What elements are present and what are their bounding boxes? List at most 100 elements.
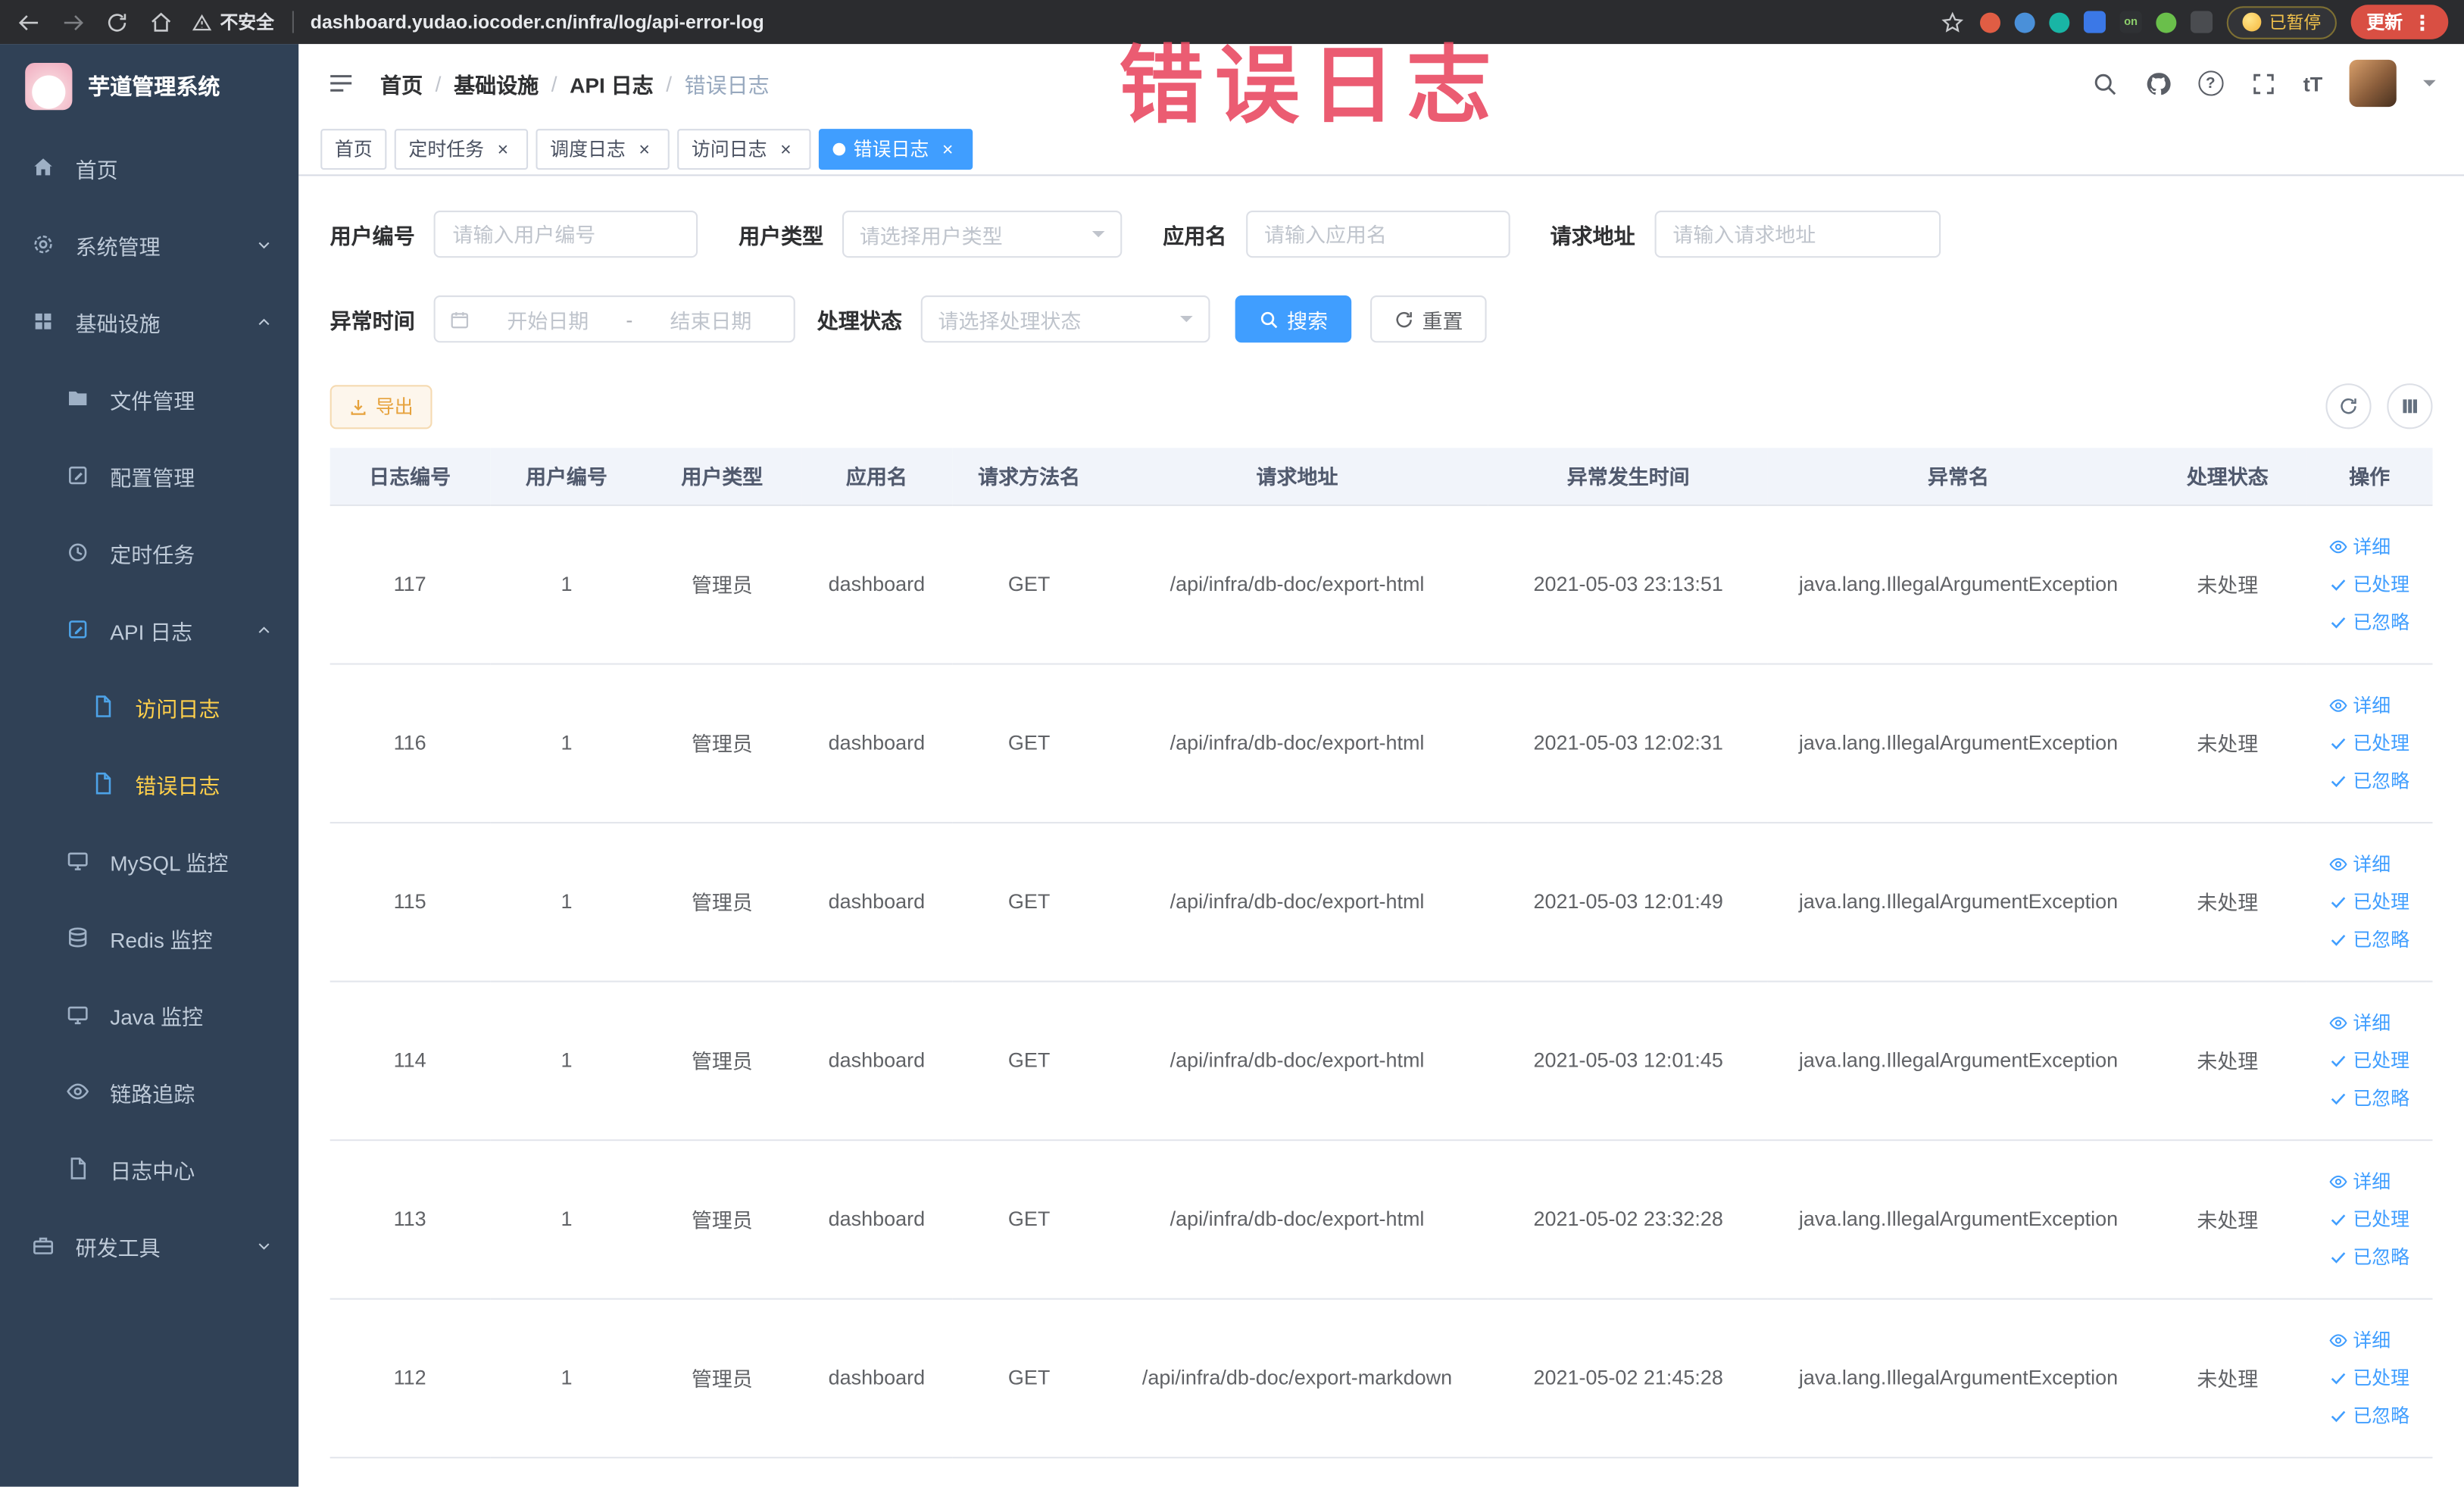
fullscreen-icon[interactable] (2250, 70, 2276, 96)
table-tools (2325, 383, 2433, 430)
paused-badge[interactable]: 已暂停 (2226, 5, 2337, 39)
sidebar-item-error-log[interactable]: 错误日志 (0, 745, 298, 822)
cell-exception-name: java.lang.IllegalArgumentException (1768, 504, 2149, 664)
tab-scheduled-tasks[interactable]: 定时任务 × (394, 128, 529, 170)
reload-icon[interactable] (104, 8, 130, 35)
extension-red-icon[interactable] (1980, 11, 2000, 33)
filter-label: 请求地址 (1550, 224, 1635, 248)
sidebar-item-config-management[interactable]: 配置管理 (0, 437, 298, 514)
font-size-icon[interactable]: tT (2303, 71, 2322, 95)
user-avatar[interactable] (2349, 59, 2397, 108)
mark-ignored-link[interactable]: 已忽略 (2329, 1398, 2409, 1432)
mark-ignored-link[interactable]: 已忽略 (2329, 1239, 2409, 1274)
avatar-caret-down-icon[interactable] (2423, 80, 2436, 93)
cell-method: GET (952, 1139, 1106, 1299)
bookmark-star-icon[interactable] (1939, 8, 1966, 35)
cell-method: GET (952, 980, 1106, 1141)
mark-processed-link[interactable]: 已处理 (2329, 1360, 2409, 1395)
close-icon[interactable]: × (633, 138, 655, 160)
cell-user-type: 管理员 (643, 504, 801, 664)
process-status-select[interactable]: 请选择处理状态 (920, 295, 1210, 343)
url-text[interactable]: dashboard.yudao.iocoder.cn/infra/log/api… (311, 11, 764, 33)
table-row: 115 1 管理员 dashboard GET /api/infra/db-do… (329, 822, 2433, 982)
reset-button[interactable]: 重置 (1370, 295, 1487, 343)
kebab-menu-icon[interactable]: ⋮ (2412, 12, 2433, 33)
mark-processed-link[interactable]: 已处理 (2329, 567, 2409, 601)
top-navbar: 首页 / 基础设施 / API 日志 / 错误日志 ? tT (298, 44, 2464, 123)
extension-grid-icon[interactable] (2083, 11, 2106, 33)
sidebar-item-mysql-monitor[interactable]: MySQL 监控 (0, 822, 298, 899)
export-button[interactable]: 导出 (329, 384, 433, 429)
app-name-input[interactable] (1245, 210, 1510, 258)
sidebar-item-java-monitor[interactable]: Java 监控 (0, 976, 298, 1053)
breadcrumb-item[interactable]: 基础设施 (454, 67, 539, 98)
user-type-select[interactable]: 请选择用户类型 (842, 210, 1123, 258)
sidebar-item-redis-monitor[interactable]: Redis 监控 (0, 899, 298, 976)
sidebar-item-scheduled-tasks[interactable]: 定时任务 (0, 514, 298, 591)
refresh-icon (2341, 398, 2356, 414)
search-button[interactable]: 搜索 (1235, 295, 1352, 343)
detail-link[interactable]: 详细 (2329, 1005, 2391, 1040)
browser-home-icon[interactable] (148, 8, 174, 35)
hamburger-icon[interactable] (327, 69, 355, 97)
cell-exception-name: java.lang.IllegalArgumentException (1768, 1139, 2149, 1299)
tab-schedule-log[interactable]: 调度日志 × (536, 128, 670, 170)
close-icon[interactable]: × (775, 138, 797, 160)
detail-link[interactable]: 详细 (2329, 688, 2391, 723)
select-placeholder: 请选择用户类型 (859, 223, 1003, 248)
sidebar-item-devtools[interactable]: 研发工具 (0, 1207, 298, 1284)
mark-ignored-link[interactable]: 已忽略 (2329, 1080, 2409, 1115)
sidebar-item-log-center[interactable]: 日志中心 (0, 1130, 298, 1207)
user-id-input[interactable] (433, 210, 698, 258)
tab-access-log[interactable]: 访问日志 × (677, 128, 811, 170)
detail-link[interactable]: 详细 (2329, 1323, 2391, 1357)
check-icon (2331, 1251, 2346, 1263)
cell-request-url: /api/infra/db-doc/export-html (1105, 822, 1489, 982)
extension-puzzle-icon[interactable] (2191, 11, 2213, 33)
tab-home[interactable]: 首页 (320, 128, 387, 170)
detail-link[interactable]: 详细 (2329, 529, 2391, 564)
sidebar-item-access-log[interactable]: 访问日志 (0, 668, 298, 745)
help-icon[interactable]: ? (2197, 70, 2224, 96)
extension-blue-icon[interactable] (2014, 11, 2035, 33)
mark-processed-link[interactable]: 已处理 (2329, 1201, 2409, 1236)
cell-user-id: 1 (489, 663, 644, 823)
site-security-button[interactable]: 不安全 (192, 9, 274, 34)
mark-ignored-link[interactable]: 已忽略 (2329, 604, 2409, 639)
search-icon[interactable] (2091, 70, 2118, 96)
column-settings-button[interactable] (2387, 383, 2433, 430)
tab-error-log[interactable]: 错误日志 × (819, 128, 973, 170)
sidebar-item-label: 基础设施 (75, 311, 161, 336)
browser-update-button[interactable]: 更新 ⋮ (2350, 5, 2449, 39)
detail-link[interactable]: 详细 (2329, 846, 2391, 881)
sidebar-item-infrastructure[interactable]: 基础设施 (0, 283, 298, 360)
breadcrumb-item[interactable]: 首页 (380, 67, 423, 98)
extension-teal-icon[interactable] (2049, 11, 2070, 33)
refresh-table-button[interactable] (2325, 383, 2372, 430)
extension-on-icon[interactable]: on (2119, 11, 2142, 33)
sidebar-item-api-logs[interactable]: API 日志 (0, 591, 298, 668)
sidebar-item-trace[interactable]: 链路追踪 (0, 1053, 298, 1130)
mark-processed-link[interactable]: 已处理 (2329, 884, 2409, 919)
mark-ignored-link[interactable]: 已忽略 (2329, 922, 2409, 957)
mark-processed-link[interactable]: 已处理 (2329, 725, 2409, 760)
app-logo-row[interactable]: 芋道管理系统 (0, 44, 298, 129)
github-icon[interactable] (2144, 70, 2171, 96)
sidebar-item-home[interactable]: 首页 (0, 129, 298, 206)
back-icon[interactable] (16, 8, 42, 35)
date-range-picker[interactable]: 开始日期 - 结束日期 (433, 295, 795, 343)
extension-green-icon[interactable] (2156, 11, 2177, 33)
request-url-input[interactable] (1654, 210, 1941, 258)
mark-processed-link[interactable]: 已处理 (2329, 1043, 2409, 1078)
breadcrumb-item[interactable]: API 日志 (570, 67, 654, 98)
sidebar-item-file-management[interactable]: 文件管理 (0, 360, 298, 437)
chevron-up-icon (255, 312, 273, 331)
mark-ignored-link[interactable]: 已忽略 (2329, 763, 2409, 798)
close-icon[interactable]: × (937, 138, 959, 160)
cell-process-status: 未处理 (2148, 504, 2306, 664)
cell-user-id: 1 (489, 1139, 644, 1299)
detail-link[interactable]: 详细 (2329, 1164, 2391, 1198)
forward-icon[interactable] (60, 8, 86, 35)
close-icon[interactable]: × (492, 138, 514, 160)
sidebar-item-system-management[interactable]: 系统管理 (0, 206, 298, 283)
